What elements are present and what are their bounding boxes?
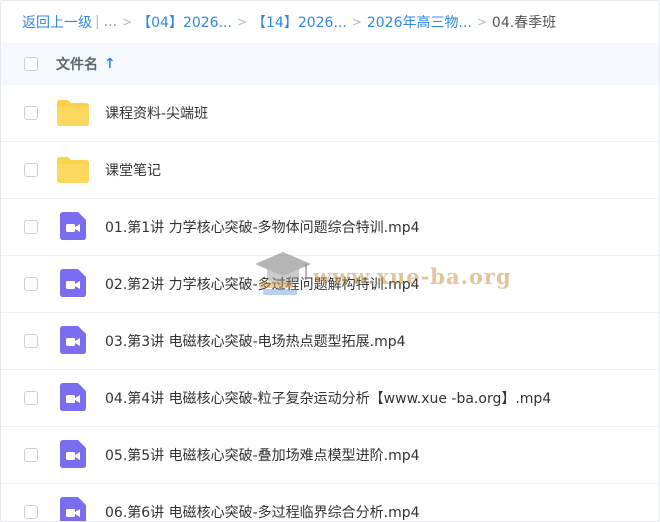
- file-row-checkbox[interactable]: [24, 391, 38, 405]
- file-row[interactable]: 课程资料-尖端班: [1, 85, 659, 142]
- file-name[interactable]: 课堂笔记: [105, 160, 161, 180]
- file-row-checkbox[interactable]: [24, 277, 38, 291]
- file-name[interactable]: 02.第2讲 力学核心突破-多过程问题解构特训.mp4: [105, 274, 420, 294]
- file-browser-panel: 返回上一级 | ... > 【04】2026... > 【14】2026... …: [0, 0, 660, 522]
- file-row-checkbox[interactable]: [24, 505, 38, 519]
- file-name[interactable]: 01.第1讲 力学核心突破-多物体问题综合特训.mp4: [105, 217, 420, 237]
- column-header-label: 文件名: [56, 57, 98, 73]
- breadcrumb-current: 04.春季班: [491, 15, 557, 31]
- breadcrumb-item-1[interactable]: 【04】2026...: [137, 12, 232, 32]
- video-file-icon: [57, 383, 89, 413]
- video-file-icon: [57, 212, 89, 242]
- video-file-icon: [57, 269, 89, 299]
- sort-ascending-icon[interactable]: ↑: [104, 56, 116, 72]
- file-row[interactable]: 02.第2讲 力学核心突破-多过程问题解构特训.mp4: [1, 256, 659, 313]
- folder-icon: [57, 155, 89, 185]
- folder-icon: [57, 98, 89, 128]
- file-name[interactable]: 03.第3讲 电磁核心突破-电场热点题型拓展.mp4: [105, 331, 406, 351]
- file-name[interactable]: 课程资料-尖端班: [105, 103, 208, 123]
- file-row-checkbox[interactable]: [24, 163, 38, 177]
- file-row[interactable]: 03.第3讲 电磁核心突破-电场热点题型拓展.mp4: [1, 313, 659, 370]
- breadcrumb: 返回上一级 | ... > 【04】2026... > 【14】2026... …: [1, 1, 659, 43]
- breadcrumb-item-3[interactable]: 2026年高三物...: [367, 12, 472, 32]
- file-row-checkbox[interactable]: [24, 220, 38, 234]
- breadcrumb-separator: >: [122, 15, 133, 29]
- file-row[interactable]: 04.第4讲 电磁核心突破-粒子复杂运动分析【www.xue -ba.org】.…: [1, 370, 659, 427]
- video-file-icon: [57, 326, 89, 356]
- file-list: 课程资料-尖端班 课堂笔记 01.第1讲 力学核心突破-多物体问题综合特训.mp4 0…: [1, 85, 659, 521]
- file-row[interactable]: 01.第1讲 力学核心突破-多物体问题综合特训.mp4: [1, 199, 659, 256]
- select-all-checkbox[interactable]: [24, 57, 38, 71]
- breadcrumb-separator: >: [236, 15, 247, 29]
- file-row[interactable]: 05.第5讲 电磁核心突破-叠加场难点模型进阶.mp4: [1, 427, 659, 484]
- breadcrumb-pipe: |: [95, 14, 100, 30]
- file-name[interactable]: 04.第4讲 电磁核心突破-粒子复杂运动分析【www.xue -ba.org】.…: [105, 388, 551, 408]
- file-row-checkbox[interactable]: [24, 106, 38, 120]
- file-row-checkbox[interactable]: [24, 334, 38, 348]
- file-name[interactable]: 06.第6讲 电磁核心突破-多过程临界综合分析.mp4: [105, 502, 420, 521]
- file-row-checkbox[interactable]: [24, 448, 38, 462]
- breadcrumb-ellipsis[interactable]: ...: [104, 14, 117, 30]
- file-list-header: 文件名 ↑: [1, 43, 659, 85]
- file-name[interactable]: 05.第5讲 电磁核心突破-叠加场难点模型进阶.mp4: [105, 445, 420, 465]
- breadcrumb-separator: >: [351, 15, 362, 29]
- video-file-icon: [57, 497, 89, 521]
- column-header-filename[interactable]: 文件名 ↑: [56, 54, 116, 74]
- file-row[interactable]: 课堂笔记: [1, 142, 659, 199]
- file-row[interactable]: 06.第6讲 电磁核心突破-多过程临界综合分析.mp4: [1, 484, 659, 521]
- breadcrumb-item-2[interactable]: 【14】2026...: [252, 12, 347, 32]
- video-file-icon: [57, 440, 89, 470]
- back-link[interactable]: 返回上一级: [22, 12, 92, 32]
- breadcrumb-separator: >: [476, 15, 487, 29]
